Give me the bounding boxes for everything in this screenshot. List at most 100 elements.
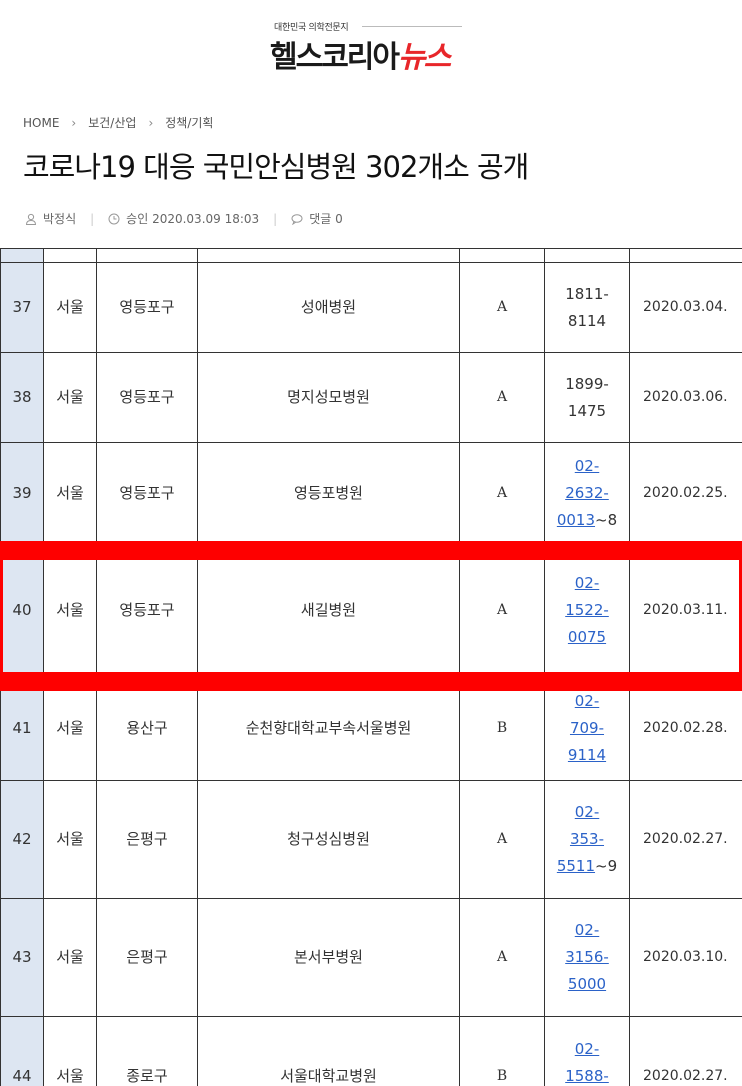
phone-link[interactable]: 02- (575, 921, 600, 939)
site-logo[interactable]: 대한민국 의학전문지 헬스코리아뉴스 (270, 20, 470, 75)
table-row: 40 서울 영등포구 새길병원 A 02- 1522- 0075 2020.03.11. (0, 544, 742, 677)
row-type: A (459, 262, 545, 353)
row-date: 2020.03.10. (629, 898, 742, 1017)
breadcrumb-subsection[interactable]: 정책/기획 (165, 114, 213, 131)
row-region: 서울 (43, 442, 97, 545)
row-type: B (459, 676, 545, 781)
phone-link[interactable]: 0075 (568, 628, 606, 646)
breadcrumb: HOME › 보건/산업 › 정책/기획 (23, 114, 213, 131)
row-number: 37 (0, 262, 44, 353)
phone-text: 8114 (567, 311, 607, 330)
row-phone: 02- 1522- 0075 (544, 544, 630, 677)
row-date: 2020.02.27. (629, 1016, 742, 1086)
table-row: 39 서울 영등포구 영등포병원 A 02- 2632- 0013~8 2020.02.25. (0, 442, 742, 545)
table-row: 44서울종로구서울대학교병원B02-1588-57002020.02.27. (0, 1016, 742, 1086)
row-district: 영등포구 (96, 544, 198, 677)
phone-link[interactable]: 5511 (557, 857, 595, 875)
row-type: A (459, 352, 545, 443)
row-type: A (459, 898, 545, 1017)
hospital-table: 37 서울 영등포구 성애병원 A 1811- 8114 2020.03.04. 38 서울 영등포… (0, 248, 742, 1086)
row-phone: 1899- 1475 (544, 352, 630, 443)
row-region: 서울 (43, 352, 97, 443)
approval-time: 승인 2020.03.09 18:03 (108, 210, 259, 227)
row-date: 2020.02.25. (629, 442, 742, 545)
row-number: 39 (0, 442, 44, 545)
logo-accent-text: 뉴스 (398, 40, 451, 75)
table-row: 43 서울 은평구 본서부병원 A 02- 3156- 5000 2020.03.10. (0, 898, 742, 1017)
phone-link[interactable]: 02- (575, 1040, 600, 1058)
row-phone: 02-1588-5700 (544, 1016, 630, 1086)
phone-link[interactable]: 3156- (565, 948, 609, 966)
row-region: 서울 (43, 676, 97, 781)
row-region: 서울 (43, 898, 97, 1017)
row-number: 44 (0, 1016, 44, 1086)
row-number: 38 (0, 352, 44, 443)
phone-link[interactable]: 02- (575, 692, 600, 710)
phone-link[interactable]: 353- (570, 830, 604, 848)
row-district: 영등포구 (96, 352, 198, 443)
table-row: 38 서울 영등포구 명지성모병원 A 1899- 1475 2020.03.06. (0, 352, 742, 443)
row-date: 2020.03.04. (629, 262, 742, 353)
user-icon (25, 213, 37, 225)
table-row-partial (0, 248, 742, 263)
phone-link[interactable]: 1588- (565, 1067, 609, 1085)
logo-main-text: 헬스코리아 (270, 40, 400, 75)
row-date: 2020.03.06. (629, 352, 742, 443)
row-hospital-name: 명지성모병원 (197, 352, 460, 443)
phone-link[interactable]: 709- (570, 719, 604, 737)
row-type: A (459, 544, 545, 677)
row-district: 은평구 (96, 780, 198, 899)
row-district: 은평구 (96, 898, 198, 1017)
logo-wordmark: 헬스코리아뉴스 (270, 32, 451, 76)
row-hospital-name: 서울대학교병원 (197, 1016, 460, 1086)
row-region: 서울 (43, 262, 97, 353)
row-phone: 02- 353- 5511~9 (544, 780, 630, 899)
breadcrumb-home[interactable]: HOME (23, 116, 59, 130)
row-region: 서울 (43, 544, 97, 677)
row-date: 2020.03.11. (629, 544, 742, 677)
comment-icon (291, 213, 303, 225)
chevron-right-icon: › (71, 115, 77, 130)
meta-divider: | (273, 211, 278, 226)
row-phone: 1811- 8114 (544, 262, 630, 353)
comment-text: 댓글 0 (309, 212, 343, 226)
phone-link[interactable]: 2632- (565, 484, 609, 502)
row-hospital-name: 새길병원 (197, 544, 460, 677)
comment-count[interactable]: 댓글 0 (291, 210, 343, 227)
approval-text: 승인 2020.03.09 18:03 (126, 212, 260, 226)
phone-text: 1899- (565, 374, 609, 393)
row-region: 서울 (43, 780, 97, 899)
row-region: 서울 (43, 1016, 97, 1086)
meta-divider: | (90, 211, 95, 226)
row-type: A (459, 780, 545, 899)
phone-link[interactable]: 9114 (568, 746, 606, 764)
table-row: 41 서울 용산구 순천향대학교부속서울병원 B 02- 709- 9114 2020.02.2… (0, 676, 742, 781)
article-title: 코로나19 대응 국민안심병원 302개소 공개 (23, 150, 529, 184)
phone-link[interactable]: 02- (575, 457, 600, 475)
table-row: 37 서울 영등포구 성애병원 A 1811- 8114 2020.03.04. (0, 262, 742, 353)
row-hospital-name: 본서부병원 (197, 898, 460, 1017)
row-phone: 02- 2632- 0013~8 (544, 442, 630, 545)
phone-link[interactable]: 02- (575, 803, 600, 821)
phone-link[interactable]: 02- (575, 574, 600, 592)
chevron-right-icon: › (148, 115, 154, 130)
row-number: 41 (0, 676, 44, 781)
row-district: 종로구 (96, 1016, 198, 1086)
phone-extension: ~9 (595, 857, 618, 875)
row-phone: 02- 3156- 5000 (544, 898, 630, 1017)
row-number: 40 (0, 544, 44, 677)
row-district: 영등포구 (96, 442, 198, 545)
clock-icon (108, 213, 120, 224)
author-name: 박정식 (43, 212, 77, 226)
author-info: 박정식 (25, 210, 76, 227)
row-date: 2020.02.28. (629, 676, 742, 781)
hospital-table-container: 37 서울 영등포구 성애병원 A 1811- 8114 2020.03.04. 38 서울 영등포… (0, 248, 742, 1086)
article-meta: 박정식 | 승인 2020.03.09 18:03 | 댓글 0 (25, 210, 343, 227)
row-hospital-name: 성애병원 (197, 262, 460, 353)
phone-link[interactable]: 5000 (568, 975, 606, 993)
row-type: B (459, 1016, 545, 1086)
phone-link[interactable]: 1522- (565, 601, 609, 619)
logo-divider (362, 26, 462, 27)
breadcrumb-section[interactable]: 보건/산업 (88, 114, 136, 131)
phone-link[interactable]: 0013 (557, 511, 595, 529)
